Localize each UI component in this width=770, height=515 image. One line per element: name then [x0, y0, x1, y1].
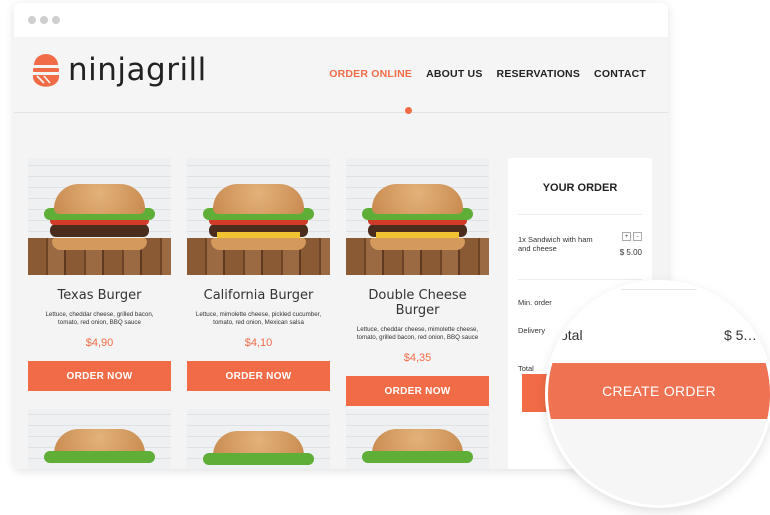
item-price: $4,90 — [85, 337, 114, 349]
nav-about-us[interactable]: ABOUT US — [426, 68, 482, 80]
order-item: 1x Sandwich with ham and cheese + - $ 5.… — [508, 215, 652, 279]
item-description: Lettuce, cheddar cheese, mimolette chees… — [356, 326, 479, 341]
nav-order-online[interactable]: ORDER ONLINE — [329, 68, 412, 80]
order-item-name: 1x Sandwich with ham and cheese — [518, 235, 593, 253]
window-dot-icon[interactable] — [28, 16, 36, 24]
magnifier-callout: otal $ 5.… CREATE ORDER — [548, 283, 770, 505]
menu-card: California Burger Lettuce, mimolette che… — [187, 158, 330, 391]
nav-contact[interactable]: CONTACT — [594, 68, 646, 80]
window-dot-icon[interactable] — [40, 16, 48, 24]
increase-quantity-button[interactable]: + — [622, 232, 631, 241]
site-header: ninjagrill ORDER ONLINE ABOUT US RESERVA… — [14, 37, 668, 114]
item-description: Lettuce, cheddar cheese, grilled bacon, … — [45, 311, 154, 326]
burger-photo — [28, 158, 171, 275]
quantity-stepper: + - — [622, 232, 642, 241]
item-name: Texas Burger — [57, 288, 142, 303]
window-dot-icon[interactable] — [52, 16, 60, 24]
magnified-total-label: otal — [560, 327, 583, 343]
item-name: California Burger — [203, 288, 314, 303]
decrease-quantity-button[interactable]: - — [633, 232, 642, 241]
nav-reservations[interactable]: RESERVATIONS — [497, 68, 581, 80]
item-name: Double Cheese Burger — [368, 288, 467, 318]
order-title: YOUR ORDER — [542, 182, 618, 194]
item-price: $4,10 — [244, 337, 273, 349]
order-item-price: $ 5.00 — [619, 248, 642, 257]
browser-titlebar — [14, 3, 668, 37]
burger-logo-icon — [33, 54, 59, 87]
main-nav: ORDER ONLINE ABOUT US RESERVATIONS CONTA… — [329, 68, 646, 80]
menu-card-partial — [346, 409, 489, 469]
item-description: Lettuce, mimolette cheese, pickled cucum… — [195, 311, 322, 326]
menu-card: Texas Burger Lettuce, cheddar cheese, gr… — [28, 158, 171, 391]
create-order-button[interactable]: CREATE ORDER — [548, 363, 770, 419]
order-now-button[interactable]: ORDER NOW — [28, 361, 171, 391]
order-now-button[interactable]: ORDER NOW — [187, 361, 330, 391]
menu-card-partial — [28, 409, 171, 469]
active-nav-indicator — [405, 107, 412, 114]
menu-card-partial — [187, 409, 330, 469]
item-price: $4,35 — [403, 352, 432, 364]
magnified-total-value: $ 5.… — [724, 327, 762, 343]
logo[interactable]: ninjagrill — [32, 53, 207, 87]
brand-name: ninjagrill — [68, 51, 207, 88]
menu-card: Double Cheese Burger Lettuce, cheddar ch… — [346, 158, 489, 406]
burger-photo — [346, 158, 489, 275]
burger-photo — [187, 158, 330, 275]
order-now-button[interactable]: ORDER NOW — [346, 376, 489, 406]
